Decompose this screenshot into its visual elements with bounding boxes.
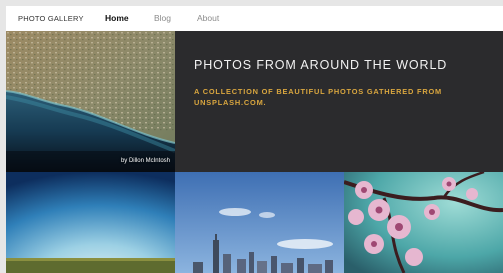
brand-logo[interactable]: PHOTO GALLERY: [18, 14, 84, 23]
photo-tile-blossoms[interactable]: [344, 172, 503, 273]
nav-link-about[interactable]: About: [197, 13, 219, 23]
photo-tile-coastline[interactable]: by Dillon McIntosh: [6, 31, 175, 172]
nav-link-blog[interactable]: Blog: [154, 13, 171, 23]
top-navbar: PHOTO GALLERY Home Blog About: [6, 6, 503, 31]
blossom-photo: [344, 172, 503, 273]
photo-credit: by Dillon McIntosh: [120, 158, 170, 164]
photo-tile-sky[interactable]: [6, 172, 175, 273]
hero-subtitle: A COLLECTION OF BEAUTIFUL PHOTOS GATHERE…: [194, 87, 442, 107]
gallery-grid: by Dillon McIntosh PHOTOS FROM AROUND TH…: [6, 31, 503, 273]
hero-panel: PHOTOS FROM AROUND THE WORLD A COLLECTIO…: [175, 31, 503, 172]
nav-link-home[interactable]: Home: [105, 13, 129, 23]
coastline-photo: [6, 31, 175, 172]
city-photo: [175, 172, 344, 273]
hero-title: PHOTOS FROM AROUND THE WORLD: [194, 58, 448, 72]
sky-photo: [6, 172, 175, 273]
photo-tile-city[interactable]: [175, 172, 344, 273]
page: PHOTO GALLERY Home Blog About by Dillon …: [0, 0, 503, 273]
